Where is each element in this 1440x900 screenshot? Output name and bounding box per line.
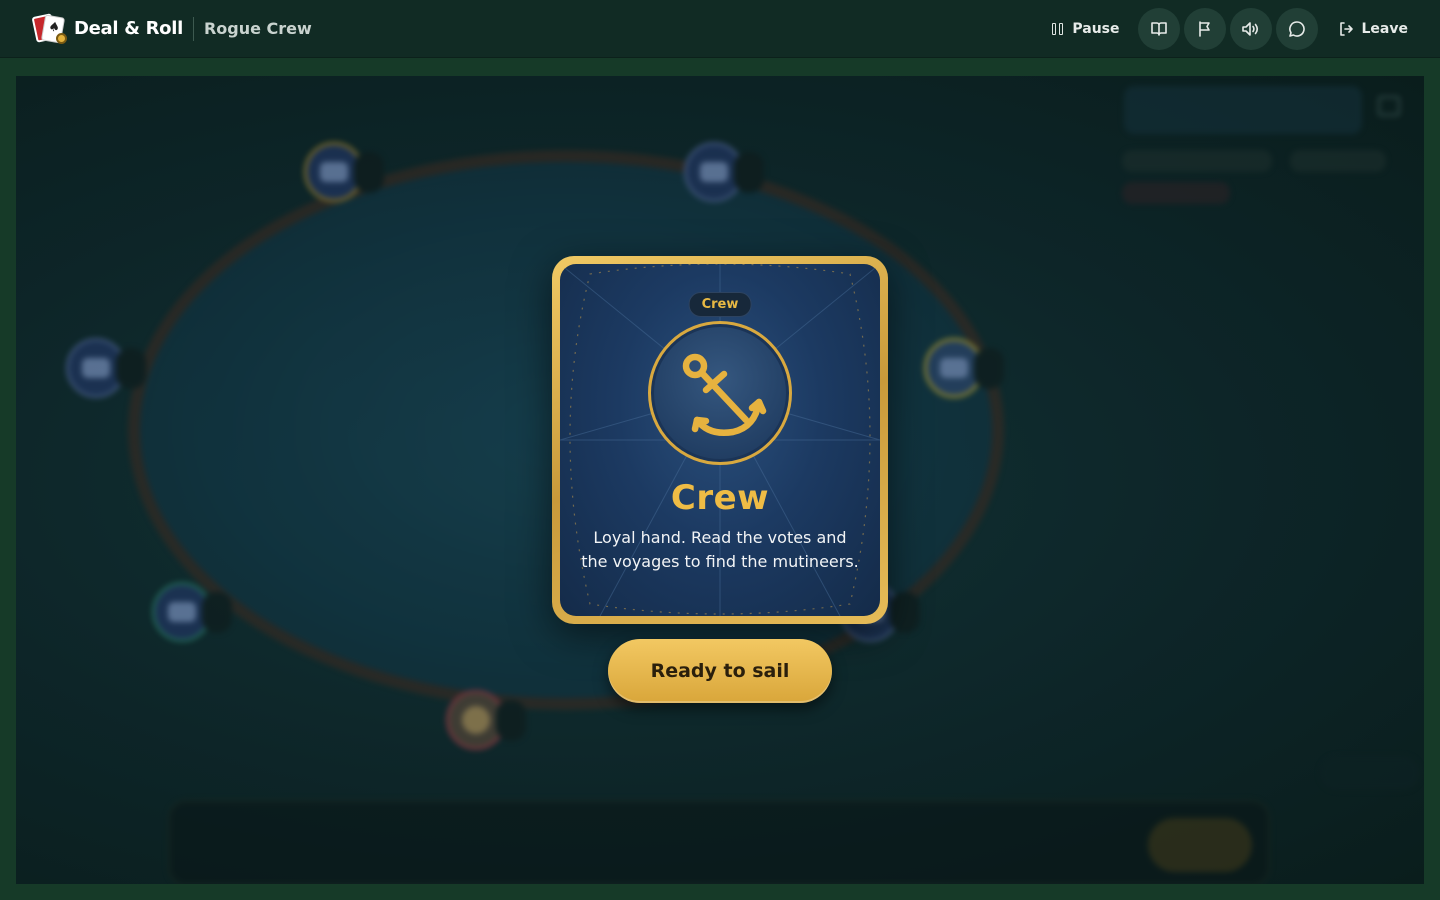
seat-tag: ​​	[496, 699, 526, 741]
leave-label: Leave	[1361, 21, 1408, 37]
role-badge: Crew	[688, 292, 752, 317]
role-description: Loyal hand. Read the votes and the voyag…	[581, 528, 859, 571]
exit-icon	[1339, 22, 1353, 36]
seat-tag: ​​	[890, 591, 920, 633]
history-button	[1320, 756, 1420, 790]
ready-to-sail-button[interactable]: Ready to sail	[608, 639, 832, 703]
book-icon	[1378, 96, 1400, 116]
orders-ready-button	[1148, 818, 1252, 872]
role-emblem	[648, 321, 792, 465]
seat-tag: ​​	[116, 347, 146, 389]
seat-tag: ​​	[354, 151, 384, 193]
cutthroat-pill	[1122, 182, 1230, 204]
seat-tag: ​​	[974, 347, 1004, 389]
book-icon	[1150, 22, 1167, 36]
anchor-icon	[682, 353, 767, 436]
rules-button[interactable]	[1137, 8, 1180, 50]
brand[interactable]: Deal & Roll Rogue Crew	[31, 12, 312, 45]
speaker-icon	[1241, 22, 1258, 36]
pause-button[interactable]: Pause	[1052, 21, 1120, 37]
chat-button[interactable]	[1275, 8, 1318, 50]
pause-icon	[1052, 23, 1064, 35]
player-seat: ​​	[66, 338, 146, 398]
player-seat: ​​	[684, 142, 764, 202]
player-seat: ​​	[924, 338, 1004, 398]
seat-tag: ​​	[734, 151, 764, 193]
leave-button[interactable]: Leave	[1338, 21, 1408, 37]
sound-button[interactable]	[1229, 8, 1272, 50]
app-name: Deal & Roll	[74, 18, 183, 39]
chat-icon	[1288, 21, 1305, 37]
top-actions: Pause Leave	[1052, 0, 1408, 58]
top-bar: Deal & Roll Rogue Crew Pause	[0, 0, 1440, 58]
flag-icon	[1198, 21, 1210, 37]
team-count-pill	[1122, 150, 1272, 172]
player-seat: ​​	[446, 690, 526, 750]
room-name: Rogue Crew	[203, 19, 312, 38]
player-seat: ​​	[152, 582, 232, 642]
report-button[interactable]	[1183, 8, 1226, 50]
player-seat: ​​	[304, 142, 384, 202]
orders-bar	[168, 800, 1270, 884]
role-card: Crew Crew Loyal hand. Read the votes and…	[552, 256, 888, 624]
divider	[192, 16, 194, 41]
pause-label: Pause	[1072, 21, 1120, 37]
navigator-pill	[1290, 150, 1386, 172]
seat-tag: ​​	[202, 591, 232, 633]
role-card-inner: Crew Crew Loyal hand. Read the votes and…	[560, 264, 880, 616]
role-title: Crew	[670, 478, 770, 518]
cards-logo-icon	[31, 12, 67, 45]
role-summary-card	[1124, 86, 1362, 134]
